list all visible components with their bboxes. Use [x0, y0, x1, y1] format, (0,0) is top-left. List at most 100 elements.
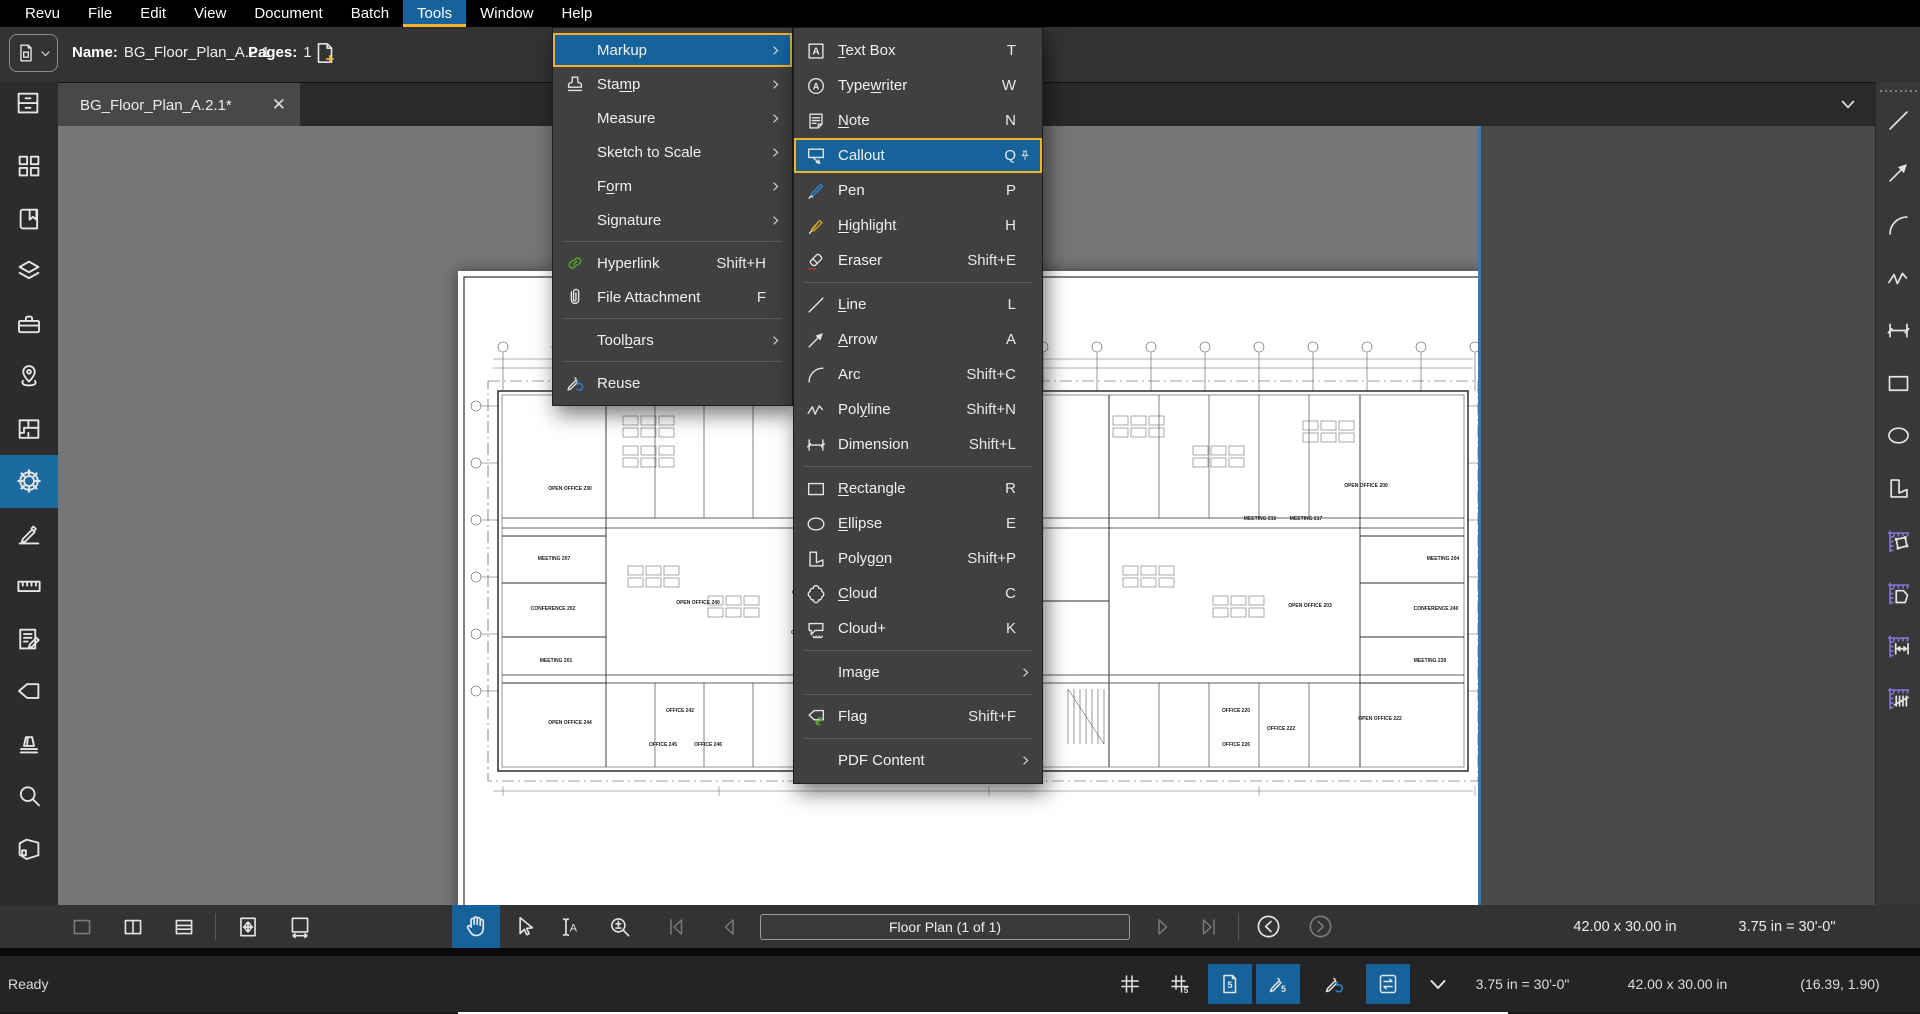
menu-item-highlight[interactable]: Highlight H	[794, 208, 1042, 243]
menu-item-line[interactable]: Line L	[794, 287, 1042, 322]
panel-collapse-chevron-icon[interactable]	[1838, 94, 1858, 114]
toolbar-drag-handle[interactable]	[1876, 82, 1920, 94]
previous-view-button[interactable]	[1246, 905, 1290, 948]
sidebar-item-spaces[interactable]	[0, 403, 58, 456]
next-page-button[interactable]	[1140, 905, 1184, 948]
sidebar-item-3d-model[interactable]	[0, 823, 58, 876]
snap-grid-icon[interactable]	[1158, 964, 1202, 1004]
sidebar-item-tool-chest[interactable]	[0, 298, 58, 351]
select-text-button[interactable]	[547, 905, 591, 948]
tab-close-icon[interactable]: ✕	[272, 95, 286, 115]
tool-line[interactable]	[1876, 94, 1920, 147]
tool-arrow[interactable]	[1876, 147, 1920, 200]
reuse-markup-tools-icon[interactable]	[1312, 964, 1356, 1004]
menu-item-polygon[interactable]: Polygon Shift+P	[794, 541, 1042, 576]
single-pane-button[interactable]	[60, 905, 104, 948]
sidebar-item-sets[interactable]	[0, 718, 58, 771]
fit-width-button[interactable]	[278, 905, 322, 948]
menu-item-toolbars[interactable]: Toolbars	[553, 323, 792, 357]
pane-divider[interactable]	[1478, 126, 1481, 905]
tool-dimension[interactable]	[1876, 304, 1920, 357]
menu-item-reuse[interactable]: Reuse	[553, 366, 792, 400]
menu-item-pdf-content[interactable]: PDF Content	[794, 743, 1042, 778]
tool-sketch-polygon[interactable]	[1876, 515, 1920, 568]
menu-document[interactable]: Document	[240, 0, 336, 27]
sidebar-item-places[interactable]	[0, 350, 58, 403]
sync-views-icon[interactable]	[1366, 964, 1410, 1004]
snap-markup-icon[interactable]	[1256, 964, 1300, 1004]
sidebar-item-search[interactable]	[0, 770, 58, 823]
zoom-tool-button[interactable]	[598, 905, 642, 948]
pan-tool-button[interactable]	[452, 905, 500, 948]
next-view-button[interactable]	[1298, 905, 1342, 948]
menu-item-rectangle[interactable]: Rectangle R	[794, 471, 1042, 506]
sidebar-item-layers[interactable]	[0, 245, 58, 298]
select-tool-button[interactable]	[503, 905, 547, 948]
menu-item-stamp[interactable]: Stamp	[553, 67, 792, 101]
snap-content-icon[interactable]	[1208, 964, 1252, 1004]
menu-edit[interactable]: Edit	[126, 0, 180, 27]
menu-help[interactable]: Help	[547, 0, 606, 27]
status-scale: 3.75 in = 30'-0"	[1455, 956, 1590, 1012]
tool-sketch-shape[interactable]	[1876, 567, 1920, 620]
menu-item-hyperlink[interactable]: Hyperlink Shift+H	[553, 246, 792, 280]
submenu-chevron-icon	[1019, 666, 1032, 679]
file-access-button[interactable]	[13, 88, 43, 123]
fit-page-button[interactable]	[226, 905, 270, 948]
tool-rectangle[interactable]	[1876, 357, 1920, 410]
menu-item-typewriter[interactable]: Typewriter W	[794, 68, 1042, 103]
menu-item-sketch-to-scale[interactable]: Sketch to Scale	[553, 135, 792, 169]
menu-item-text-box[interactable]: Text Box T	[794, 33, 1042, 68]
menu-item-ellipse[interactable]: Ellipse E	[794, 506, 1042, 541]
split-horizontal-button[interactable]	[162, 905, 206, 948]
sidebar-item-bookmarks[interactable]	[0, 193, 58, 246]
tool-ellipse[interactable]	[1876, 410, 1920, 463]
menu-item-note[interactable]: Note N	[794, 103, 1042, 138]
menu-item-file-attachment[interactable]: File Attachment F	[553, 280, 792, 314]
menu-view[interactable]: View	[180, 0, 240, 27]
sidebar-item-links[interactable]	[0, 665, 58, 718]
menu-item-cloud[interactable]: Cloud C	[794, 576, 1042, 611]
tag-icon	[14, 676, 44, 706]
menu-item-eraser[interactable]: Eraser Shift+E	[794, 243, 1042, 278]
menu-item-form[interactable]: Form	[553, 169, 792, 203]
previous-page-button[interactable]	[708, 905, 752, 948]
split-vertical-button[interactable]	[111, 905, 155, 948]
file-drawer-icon	[13, 88, 43, 118]
tool-polygon[interactable]	[1876, 462, 1920, 515]
menu-revu[interactable]: Revu	[11, 0, 74, 27]
first-page-button[interactable]	[655, 905, 699, 948]
menu-item-markup[interactable]: Markup	[553, 33, 792, 67]
menu-item-pen[interactable]: Pen P	[794, 173, 1042, 208]
menu-item-callout[interactable]: Callout Q	[794, 138, 1042, 173]
tool-polyline[interactable]	[1876, 252, 1920, 305]
menu-item-image[interactable]: Image	[794, 655, 1042, 690]
menu-batch[interactable]: Batch	[337, 0, 403, 27]
menu-item-measure[interactable]: Measure	[553, 101, 792, 135]
status-options-chevron-icon[interactable]	[1416, 964, 1460, 1004]
sidebar-item-forms[interactable]	[0, 613, 58, 666]
menu-item-flag[interactable]: Flag Shift+F	[794, 699, 1042, 734]
menu-item-polyline[interactable]: Polyline Shift+N	[794, 392, 1042, 427]
tool-arc[interactable]	[1876, 199, 1920, 252]
menu-item-arrow[interactable]: Arrow A	[794, 322, 1042, 357]
sidebar-item-measurements[interactable]	[0, 560, 58, 613]
page-navigation-field[interactable]: Floor Plan (1 of 1)	[760, 914, 1130, 940]
menu-item-cloud-plus[interactable]: Cloud+ K	[794, 611, 1042, 646]
sidebar-item-thumbnails[interactable]	[0, 140, 58, 193]
tab-floor-plan[interactable]: BG_Floor_Plan_A.2.1* ✕	[58, 83, 300, 127]
menu-item-dimension[interactable]: Dimension Shift+L	[794, 427, 1042, 462]
menu-item-arc[interactable]: Arc Shift+C	[794, 357, 1042, 392]
menu-file[interactable]: File	[74, 0, 126, 27]
tool-measure-length[interactable]	[1876, 620, 1920, 673]
sidebar-item-properties[interactable]	[0, 455, 58, 508]
grid-icon[interactable]	[1108, 964, 1152, 1004]
document-menu-button[interactable]	[9, 34, 58, 72]
menu-tools[interactable]: Tools	[403, 0, 466, 27]
sidebar-item-signatures[interactable]	[0, 508, 58, 561]
menu-item-signature[interactable]: Signature	[553, 203, 792, 237]
new-page-button[interactable]	[306, 34, 344, 72]
tool-measure-count[interactable]	[1876, 673, 1920, 726]
last-page-button[interactable]	[1186, 905, 1230, 948]
menu-window[interactable]: Window	[466, 0, 547, 27]
